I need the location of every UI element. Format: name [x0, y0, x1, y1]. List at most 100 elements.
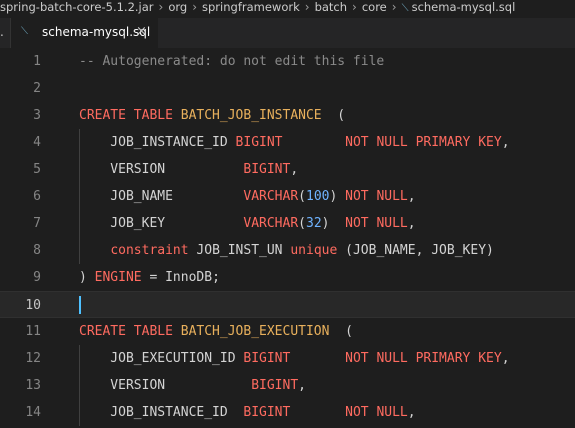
code-token: = InnoDB;: [141, 270, 220, 285]
code-token: JOB_NAME: [79, 189, 244, 204]
code-token: NOT NULL: [345, 405, 408, 420]
line-code: JOB_KEY VARCHAR(32) NOT NULL,: [79, 210, 416, 237]
code-token: NOT NULL: [345, 189, 408, 204]
tab-schema-mysql[interactable]: ⟍ schema-mysql.sql ×: [10, 18, 158, 48]
code-token: JOB_KEY: [79, 216, 244, 231]
code-editor[interactable]: 1 -- Autogenerated: do not edit this file…: [0, 48, 575, 428]
line-number: 14: [25, 405, 41, 420]
line-code: JOB_NAME VARCHAR(100) NOT NULL,: [79, 183, 416, 210]
code-line[interactable]: 2: [0, 75, 575, 102]
line-code: CREATE TABLE BATCH_JOB_EXECUTION (: [79, 318, 353, 345]
chevron-right-icon: ›: [352, 0, 357, 14]
code-token: BATCH_JOB_INSTANCE: [180, 108, 322, 123]
code-token: 32: [306, 216, 322, 231]
code-token: (: [321, 108, 346, 123]
breadcrumb-item-file[interactable]: schema-mysql.sql: [412, 0, 516, 14]
code-line[interactable]: 13 VERSION BIGINT,: [0, 372, 575, 399]
code-line[interactable]: 9 ) ENGINE = InnoDB;: [0, 264, 575, 291]
code-line[interactable]: 4 JOB_INSTANCE_ID BIGINT NOT NULL PRIMAR…: [0, 129, 575, 156]
code-token: NOT NULL PRIMARY KEY: [345, 351, 502, 366]
code-line[interactable]: 12 JOB_EXECUTION_ID BIGINT NOT NULL PRIM…: [0, 345, 575, 372]
code-token: VARCHAR: [243, 216, 299, 231]
code-token: CREATE TABLE: [79, 108, 181, 123]
code-token: ENGINE: [94, 270, 142, 285]
breadcrumb: spring-batch-core-5.1.2.jar › org › springfr…: [0, 0, 575, 14]
breadcrumb-item-batch[interactable]: batch: [315, 0, 347, 14]
code-line[interactable]: 11 CREATE TABLE BATCH_JOB_EXECUTION (: [0, 318, 575, 345]
code-token: ,: [290, 162, 299, 177]
line-code: constraint JOB_INST_UN unique (JOB_NAME,…: [79, 237, 494, 264]
line-number: 9: [33, 270, 41, 285]
code-token: ,: [501, 351, 510, 366]
line-number: 4: [33, 135, 41, 150]
code-token: ,: [298, 378, 306, 393]
code-line[interactable]: 3 CREATE TABLE BATCH_JOB_INSTANCE (: [0, 102, 575, 129]
code-token: BIGINT: [251, 378, 299, 393]
code-token: BIGINT: [235, 135, 283, 150]
sql-file-icon: ⟍: [21, 26, 28, 37]
line-number: 11: [25, 324, 41, 339]
tab-bar: . ⟍ schema-mysql.sql ×: [0, 18, 575, 48]
line-number: 2: [33, 81, 41, 96]
breadcrumb-item-org[interactable]: org: [168, 0, 187, 14]
tab-label: schema-mysql.sql: [42, 25, 151, 39]
code-token: VARCHAR: [243, 189, 299, 204]
line-number: 13: [25, 378, 41, 393]
code-token: JOB_EXECUTION_ID: [79, 351, 244, 366]
sql-file-icon: ⟍: [401, 3, 409, 14]
code-line[interactable]: 6 JOB_NAME VARCHAR(100) NOT NULL,: [0, 183, 575, 210]
code-line[interactable]: 8 constraint JOB_INST_UN unique (JOB_NAM…: [0, 237, 575, 264]
chevron-right-icon: ›: [304, 0, 310, 14]
code-token: ): [329, 189, 346, 204]
code-line[interactable]: 5 VERSION BIGINT,: [0, 156, 575, 183]
code-token: (: [329, 324, 353, 339]
line-code: VERSION BIGINT,: [79, 156, 298, 183]
code-line[interactable]: 10: [0, 291, 575, 318]
code-token: ,: [407, 189, 416, 204]
breadcrumb-item-core[interactable]: core: [362, 0, 387, 14]
code-token: ,: [501, 135, 510, 150]
code-token: 100: [306, 189, 330, 204]
code-token: BIGINT: [243, 351, 291, 366]
line-number: 12: [25, 351, 41, 366]
breadcrumb-item-jar[interactable]: spring-batch-core-5.1.2.jar: [0, 0, 154, 14]
code-token: BATCH_JOB_EXECUTION: [180, 324, 330, 339]
line-number: 10: [25, 298, 41, 313]
code-line[interactable]: 1 -- Autogenerated: do not edit this file: [0, 48, 575, 75]
indent-guide: [79, 129, 80, 264]
line-number: 6: [33, 189, 41, 204]
code-line[interactable]: 14 JOB_INSTANCE_ID BIGINT NOT NULL,: [0, 399, 575, 426]
code-token: unique: [290, 243, 338, 258]
code-token: BIGINT: [243, 162, 291, 177]
chevron-right-icon: ›: [192, 0, 198, 14]
line-code: -- Autogenerated: do not edit this file: [79, 48, 384, 75]
code-token: VERSION: [79, 162, 244, 177]
code-token: constraint: [110, 243, 189, 258]
code-token: -- Autogenerated: do not edit this file: [79, 54, 385, 69]
text-cursor: [79, 296, 81, 314]
line-number: 7: [33, 216, 41, 231]
code-token: VERSION: [79, 378, 252, 393]
line-code: JOB_INSTANCE_ID BIGINT NOT NULL PRIMARY …: [79, 129, 510, 156]
indent-guide: [79, 345, 80, 426]
line-number: 3: [33, 108, 41, 123]
tab-overflow-indicator[interactable]: .: [0, 25, 4, 39]
close-icon[interactable]: ×: [136, 24, 147, 39]
code-token: ,: [407, 405, 416, 420]
code-token: (: [298, 216, 306, 231]
code-token: BIGINT: [243, 405, 291, 420]
code-token: (JOB_NAME, JOB_KEY): [337, 243, 494, 258]
breadcrumb-item-springframework[interactable]: springframework: [202, 0, 300, 14]
code-token: NOT NULL PRIMARY KEY: [345, 135, 502, 150]
code-token: ): [321, 216, 346, 231]
line-code: VERSION BIGINT,: [79, 372, 306, 399]
code-line[interactable]: 7 JOB_KEY VARCHAR(32) NOT NULL,: [0, 210, 575, 237]
code-token: NOT NULL: [345, 216, 408, 231]
line-number: 8: [33, 243, 41, 258]
code-token: ,: [407, 216, 416, 231]
line-code: ) ENGINE = InnoDB;: [79, 264, 220, 291]
code-token: JOB_INSTANCE_ID: [79, 135, 236, 150]
